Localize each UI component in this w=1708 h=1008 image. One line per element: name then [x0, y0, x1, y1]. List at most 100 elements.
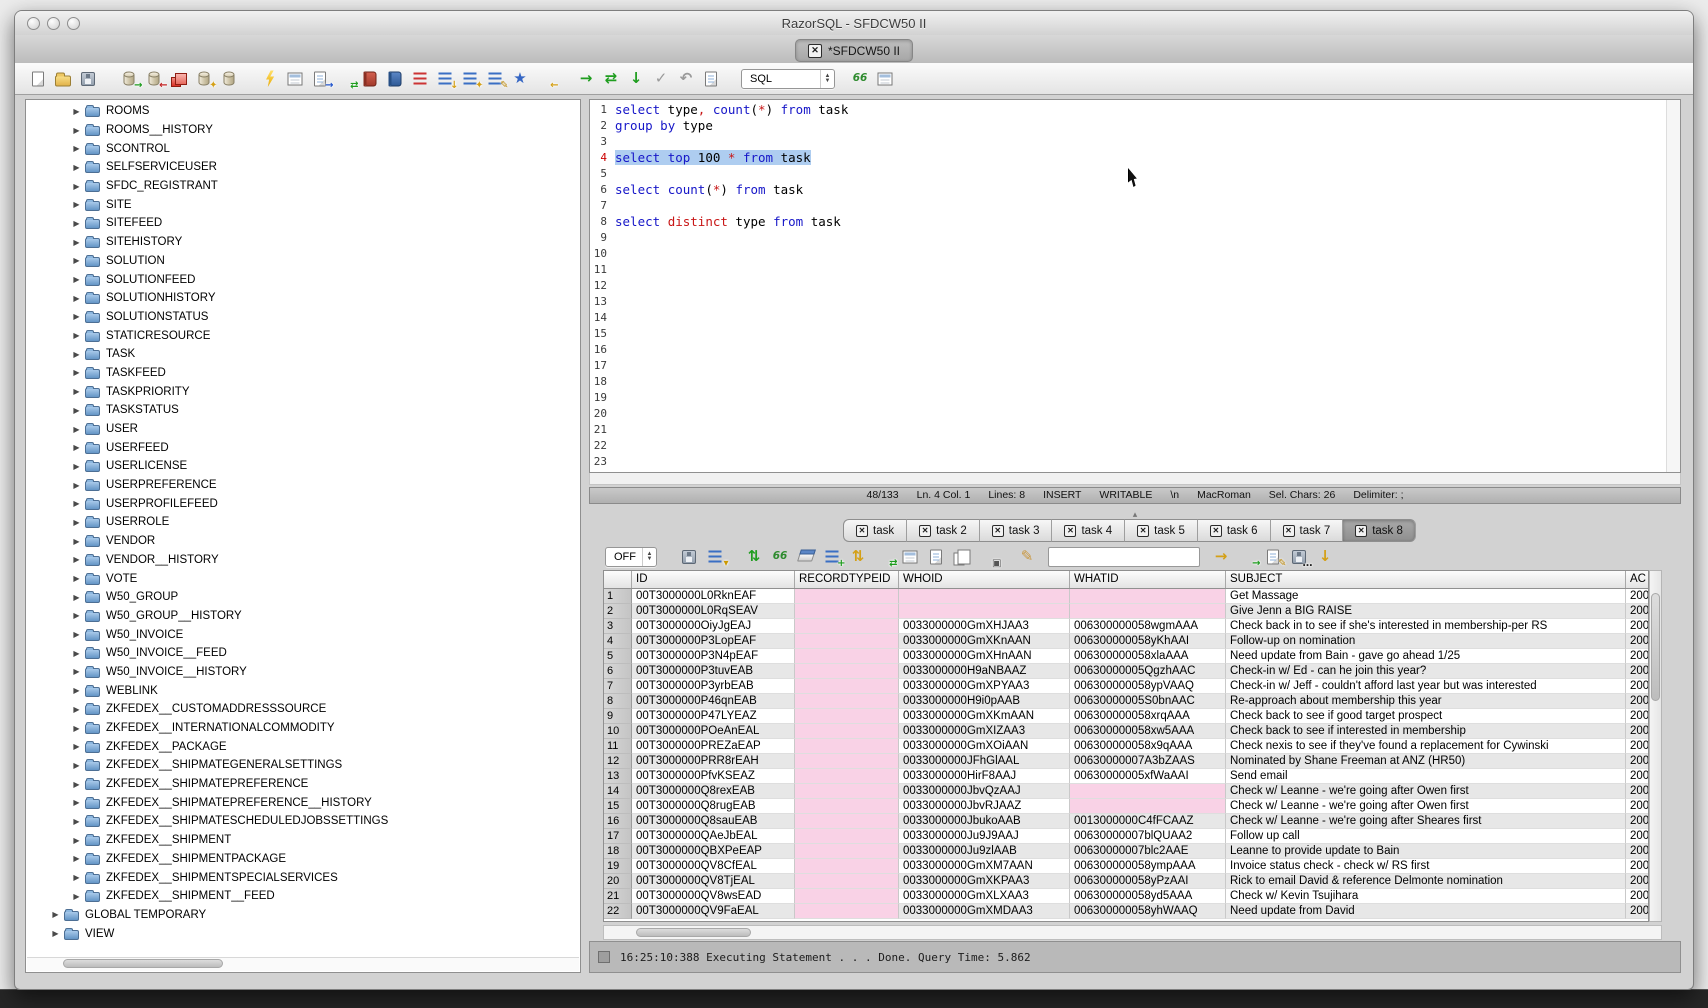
column-header[interactable]: RECORDTYPEID — [795, 571, 899, 588]
tree-item[interactable]: ▶SITEFEED — [28, 214, 578, 233]
expand-icon[interactable]: ▶ — [71, 761, 82, 770]
expand-icon[interactable]: ▶ — [71, 705, 82, 714]
results-tab[interactable]: ✕task 7 — [1271, 519, 1344, 542]
tree-item[interactable]: ▶VIEW — [28, 924, 578, 943]
statement-type-select[interactable]: SQL ▲▼ — [741, 69, 835, 89]
sql-code-area[interactable]: select type, count(*) from taskgroup by … — [615, 100, 1666, 472]
results-tab[interactable]: ✕task 5 — [1125, 519, 1198, 542]
expand-icon[interactable]: ▶ — [71, 686, 82, 695]
expand-icon[interactable]: ▶ — [71, 144, 82, 153]
tree-item[interactable]: ▶STATICRESOURCE — [28, 326, 578, 345]
describe-list-button[interactable] — [409, 68, 431, 90]
table-row[interactable]: 2100T3000000QV8wsEAD0033000000GmXLXAA300… — [604, 889, 1648, 904]
tree-item[interactable]: ▶SFDC_REGISTRANT — [28, 177, 578, 196]
expand-icon[interactable]: ▶ — [71, 667, 82, 676]
edit-form-button[interactable] — [284, 68, 306, 90]
new-file-button[interactable] — [27, 68, 49, 90]
expand-icon[interactable]: ▶ — [50, 910, 61, 919]
tree-item[interactable]: ▶USERLICENSE — [28, 457, 578, 476]
download-button[interactable]: ↓ — [1314, 546, 1336, 568]
execute-button[interactable]: → — [575, 68, 597, 90]
tree-item[interactable]: ▶ZKFEDEX__SHIPMATEGENERALSETTINGS — [28, 756, 578, 775]
refresh-results-button[interactable]: ⇅ — [743, 546, 765, 568]
tree-item[interactable]: ▶WEBLINK — [28, 681, 578, 700]
favorites-button[interactable]: ★ — [509, 68, 531, 90]
close-tab-icon[interactable]: ✕ — [808, 44, 822, 58]
execute-all-button[interactable]: ⇄ — [600, 68, 622, 90]
tree-item[interactable]: ▶ZKFEDEX__PACKAGE — [28, 737, 578, 756]
grid-vscroll-thumb[interactable] — [1651, 593, 1660, 701]
sql-editor[interactable]: 1234567891011121314151617181920212223 se… — [589, 99, 1681, 473]
column-header[interactable] — [604, 571, 632, 588]
tree-item[interactable]: ▶TASK — [28, 345, 578, 364]
tree-item[interactable]: ▶W50_INVOICE__HISTORY — [28, 663, 578, 682]
results-list-button[interactable] — [874, 68, 896, 90]
expand-icon[interactable]: ▶ — [71, 724, 82, 733]
tree-item[interactable]: ▶ROOMS__HISTORY — [28, 121, 578, 140]
tree-item[interactable]: ▶ZKFEDEX__CUSTOMADDRESSSOURCE — [28, 700, 578, 719]
close-tab-icon[interactable]: ✕ — [1137, 525, 1149, 537]
tree-item[interactable]: ▶VENDOR__HISTORY — [28, 551, 578, 570]
export-list-button[interactable]: ↓ — [434, 68, 456, 90]
table-row[interactable]: 100T3000000L0RknEAFGet Massage200 — [604, 589, 1648, 604]
tree-horizontal-scrollbar[interactable] — [27, 957, 579, 971]
column-header[interactable]: ID — [632, 571, 795, 588]
tree-item[interactable]: ▶USER — [28, 420, 578, 439]
save-dots-button[interactable]: … — [1288, 546, 1310, 568]
close-tab-icon[interactable]: ✕ — [992, 525, 1004, 537]
copy-grid-button[interactable]: ▣ — [977, 546, 999, 568]
table-row[interactable]: 1500T3000000Q8rugEAB0033000000JbvRJAAZCh… — [604, 799, 1648, 814]
expand-icon[interactable]: ▶ — [71, 275, 82, 284]
table-row[interactable]: 600T3000000P3tuvEAB0033000000H9aNBAAZ006… — [604, 664, 1648, 679]
new-connection-button[interactable]: ✦ — [193, 68, 215, 90]
edit-pad-button[interactable]: ✎ — [1262, 546, 1284, 568]
expand-icon[interactable]: ▶ — [71, 593, 82, 602]
close-tab-icon[interactable]: ✕ — [1210, 525, 1222, 537]
expand-icon[interactable]: ▶ — [71, 499, 82, 508]
expand-icon[interactable]: ▶ — [71, 817, 82, 826]
export-grid-button[interactable]: ⇄ — [873, 546, 895, 568]
expand-icon[interactable]: ▶ — [71, 163, 82, 172]
table-row[interactable]: 200T3000000L0RqSEAVGive Jenn a BIG RAISE… — [604, 604, 1648, 619]
expand-icon[interactable]: ▶ — [71, 630, 82, 639]
editor-vertical-scrollbar[interactable] — [1666, 100, 1680, 472]
tree-item[interactable]: ▶VENDOR — [28, 532, 578, 551]
table-row[interactable]: 400T3000000P3LopEAF0033000000GmXKnAAN006… — [604, 634, 1648, 649]
tree-item[interactable]: ▶SCONTROL — [28, 139, 578, 158]
tree-item[interactable]: ▶ZKFEDEX__SHIPMENTSPECIALSERVICES — [28, 868, 578, 887]
execute-sql-button[interactable] — [259, 68, 281, 90]
max-rows-select[interactable]: OFF ▲▼ — [605, 547, 657, 567]
tree-item[interactable]: ▶ROOMS — [28, 102, 578, 121]
expand-icon[interactable]: ▶ — [71, 331, 82, 340]
database-button[interactable] — [218, 68, 240, 90]
column-header[interactable]: WHATID — [1070, 571, 1226, 588]
table-row[interactable]: 800T3000000P46qnEAB0033000000H9i0pAAB006… — [604, 694, 1648, 709]
tree-item[interactable]: ▶USERFEED — [28, 438, 578, 457]
table-row[interactable]: 2000T3000000QV8TjEAL0033000000GmXKPAA300… — [604, 874, 1648, 889]
copy-button[interactable] — [951, 546, 973, 568]
results-tab[interactable]: ✕task 3 — [980, 519, 1053, 542]
sql-history-button[interactable] — [700, 68, 722, 90]
table-row[interactable]: 300T3000000OiyJgEAJ0033000000GmXHJAA3006… — [604, 619, 1648, 634]
tree-item[interactable]: ▶W50_GROUP__HISTORY — [28, 607, 578, 626]
close-tab-icon[interactable]: ✕ — [919, 525, 931, 537]
expand-icon[interactable]: ▶ — [71, 406, 82, 415]
expand-icon[interactable]: ▶ — [71, 481, 82, 490]
export-document-button[interactable]: → — [309, 68, 331, 90]
results-tab[interactable]: ✕task 2 — [907, 519, 980, 542]
tree-item[interactable]: ▶SITE — [28, 195, 578, 214]
tree-item[interactable]: ▶USERROLE — [28, 513, 578, 532]
expand-icon[interactable]: ▶ — [71, 742, 82, 751]
results-tab[interactable]: ✕task 4 — [1052, 519, 1125, 542]
form-view-button[interactable] — [899, 546, 921, 568]
tree-item[interactable]: ▶VOTE — [28, 569, 578, 588]
format-list-button[interactable]: ✦ — [459, 68, 481, 90]
tree-item[interactable]: ▶TASKFEED — [28, 364, 578, 383]
expand-icon[interactable]: ▶ — [71, 368, 82, 377]
tree-item[interactable]: ▶SOLUTION — [28, 252, 578, 271]
commit-button[interactable]: ✓ — [650, 68, 672, 90]
documentation-book-button[interactable] — [384, 68, 406, 90]
table-row[interactable]: 1000T3000000POeAnEAL0033000000GmXIZAA300… — [604, 724, 1648, 739]
expand-icon[interactable]: ▶ — [71, 126, 82, 135]
close-tab-icon[interactable]: ✕ — [856, 525, 868, 537]
